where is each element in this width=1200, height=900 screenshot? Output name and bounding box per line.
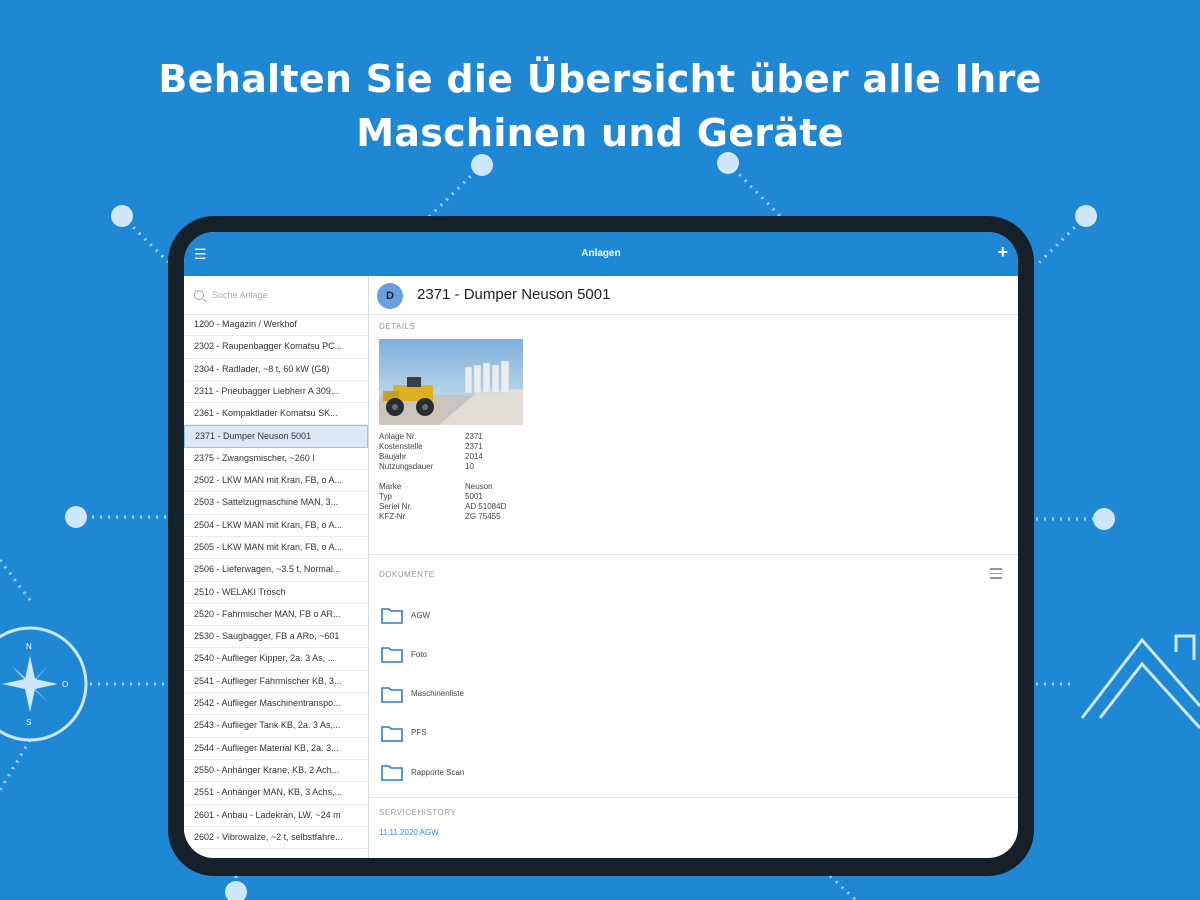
document-folder[interactable]: PFS xyxy=(381,721,681,745)
search-input[interactable] xyxy=(210,289,364,301)
property-value: Neuson xyxy=(465,482,493,491)
list-item[interactable]: 2302 - Raupenbagger Komatsu PC... xyxy=(184,336,368,359)
list-item[interactable]: 2502 - LKW MAN mit Kran, FB, o A... xyxy=(184,470,368,493)
document-folder[interactable]: AGW xyxy=(381,603,681,627)
folder-icon xyxy=(381,647,403,664)
folder-icon xyxy=(381,686,403,703)
headline-line-2: Maschinen und Geräte xyxy=(356,111,844,155)
folder-name: Rapporte Scan xyxy=(411,767,465,777)
list-item[interactable]: 2550 - Anhänger Krane, KB, 2 Ach... xyxy=(184,760,368,783)
asset-list: 1200 - Magazin / Werkhof 2302 - Raupenbag… xyxy=(184,314,368,850)
detail-header: D 2371 - Dumper Neuson 5001 xyxy=(369,276,1018,315)
properties-group-1: Anlage Nr. 2371 Kostenstelle 2371 Baujahr 201… xyxy=(379,432,579,472)
folder-name: AGW xyxy=(411,610,431,620)
details-section-label: DETAILS xyxy=(379,322,416,331)
property-key: Marke xyxy=(379,482,402,491)
property-row: KFZ-Nr. ZG 75455 xyxy=(379,512,579,522)
asset-detail: D 2371 - Dumper Neuson 5001 DETAILS Anla… xyxy=(369,276,1018,858)
folder-icon xyxy=(381,608,403,624)
divider xyxy=(369,554,1018,555)
app-bar: ☰ Anlagen + xyxy=(184,232,1018,276)
list-item[interactable]: 2505 - LKW MAN mit Kran, FB, o A... xyxy=(184,537,368,560)
properties-group-2: Marke Neuson Typ 5001 Seriel Nr. AD 51084D KFZ… xyxy=(379,482,579,522)
list-item[interactable]: 2602 - Vibrowalze, ~2 t, selbstfahre... xyxy=(184,827,368,850)
property-row: Typ 5001 xyxy=(379,492,579,502)
folder-name: Foto xyxy=(411,649,428,659)
list-item[interactable]: 2541 - Auflieger Fahrmischer KB, 3... xyxy=(184,671,368,694)
list-item[interactable]: 2375 - Zwangsmischer, ~260 l xyxy=(184,448,368,471)
property-value: 2014 xyxy=(465,452,483,461)
list-item[interactable]: 1200 - Magazin / Werkhof xyxy=(184,314,368,337)
document-folder[interactable]: Foto xyxy=(381,642,681,666)
property-row: Baujahr 2014 xyxy=(379,452,579,462)
list-item[interactable]: 2504 - LKW MAN mit Kran, FB, o A... xyxy=(184,515,368,537)
headline: Behalten Sie die Übersicht über alle Ihr… xyxy=(0,52,1200,160)
list-item[interactable]: 2510 - WELAKI Trösch xyxy=(184,582,368,604)
list-item[interactable]: 2371 - Dumper Neuson 5001 xyxy=(184,425,368,448)
property-row: Kostenstelle 2371 xyxy=(379,442,579,452)
property-key: Baujahr xyxy=(379,452,407,461)
list-item[interactable]: 2503 - Sattelzugmaschine MAN, 3... xyxy=(184,492,368,515)
property-row: Seriel Nr. AD 51084D xyxy=(379,502,579,512)
list-item[interactable]: 2506 - Lieferwagen, ~3.5 t, Normal... xyxy=(184,559,368,582)
property-row: Marke Neuson xyxy=(379,482,579,492)
list-item[interactable]: 2601 - Anbau - Ladekran, LW, ~24 m xyxy=(184,805,368,827)
list-item[interactable]: 2530 - Saugbagger, FB a ARo, ~601 xyxy=(184,626,368,649)
list-item[interactable]: 2540 - Auflieger Kipper, 2a. 3 As, ... xyxy=(184,648,368,671)
service-entry[interactable]: 11.11.2020 AGW xyxy=(379,828,439,837)
list-item[interactable]: 2361 - Kompaktlader Komatsu SK... xyxy=(184,403,368,426)
tablet-screen: ☰ Anlagen + 1200 - Magazin / Werkhof2302… xyxy=(184,232,1018,858)
property-key: Seriel Nr. xyxy=(379,502,412,511)
property-key: Anlage Nr. xyxy=(379,432,417,441)
list-view-icon[interactable] xyxy=(990,568,1002,582)
add-icon[interactable]: + xyxy=(997,242,1008,262)
dumper-photo-image xyxy=(379,339,523,425)
compass-o: O xyxy=(62,680,69,689)
document-folder[interactable]: Maschinenliste xyxy=(381,682,681,706)
search-icon xyxy=(194,290,204,300)
roof-icon xyxy=(1080,634,1200,730)
asset-sidebar: 1200 - Magazin / Werkhof2302 - Raupenbag… xyxy=(184,276,369,858)
compass-s: S xyxy=(26,718,32,727)
avatar: D xyxy=(377,283,403,309)
property-value: ZG 75455 xyxy=(465,512,501,521)
asset-properties: Anlage Nr. 2371 Kostenstelle 2371 Baujahr 201… xyxy=(379,432,579,522)
property-row: Anlage Nr. 2371 xyxy=(379,432,579,442)
document-folder[interactable]: Rapporte Scan xyxy=(381,760,681,784)
property-value: AD 51084D xyxy=(465,502,507,511)
property-key: KFZ-Nr. xyxy=(379,512,407,521)
list-item[interactable]: 2311 - Pneubagger Liebherr A 309... xyxy=(184,381,368,404)
detail-title: 2371 - Dumper Neuson 5001 xyxy=(417,286,611,303)
list-item[interactable]: 2520 - Fahrmischer MAN, FB o AR... xyxy=(184,604,368,627)
property-value: 5001 xyxy=(465,492,483,501)
folder-name: Maschinenliste xyxy=(411,689,464,699)
asset-photo[interactable] xyxy=(379,339,523,425)
folder-icon xyxy=(381,765,403,781)
property-row: Nutzungsdauer 10 xyxy=(379,462,579,472)
list-item[interactable]: 2304 - Radlader, ~8 t, 60 kW (G8) xyxy=(184,359,368,381)
compass-icon xyxy=(0,626,88,742)
property-value: 2371 xyxy=(465,442,483,451)
property-key: Nutzungsdauer xyxy=(379,462,434,471)
property-value: 2371 xyxy=(465,432,483,441)
list-item[interactable]: 2551 - Anhänger MAN, KB, 3 Achs,... xyxy=(184,782,368,805)
search-bar xyxy=(184,276,368,315)
list-item[interactable]: 2544 - Auflieger Material KB, 2a. 3... xyxy=(184,738,368,760)
divider xyxy=(369,797,1018,798)
folder-name: PFS xyxy=(411,728,427,738)
property-key: Kostenstelle xyxy=(379,442,423,451)
folder-icon xyxy=(381,726,403,742)
compass-n: N xyxy=(26,642,32,651)
documents-section-label: DOKUMENTE xyxy=(379,570,435,579)
list-item[interactable]: 2543 - Auflieger Tank KB, 2a. 3 As,... xyxy=(184,715,368,738)
list-item[interactable]: 2542 - Auflieger Maschinentranspo... xyxy=(184,693,368,716)
tablet-frame: ☰ Anlagen + 1200 - Magazin / Werkhof2302… xyxy=(168,216,1034,876)
property-value: 10 xyxy=(465,462,474,471)
property-key: Typ xyxy=(379,492,392,501)
servicehistory-section-label: SERVICEHISTORY xyxy=(379,808,457,817)
app-title: Anlagen xyxy=(581,248,621,259)
headline-line-1: Behalten Sie die Übersicht über alle Ihr… xyxy=(158,57,1042,101)
